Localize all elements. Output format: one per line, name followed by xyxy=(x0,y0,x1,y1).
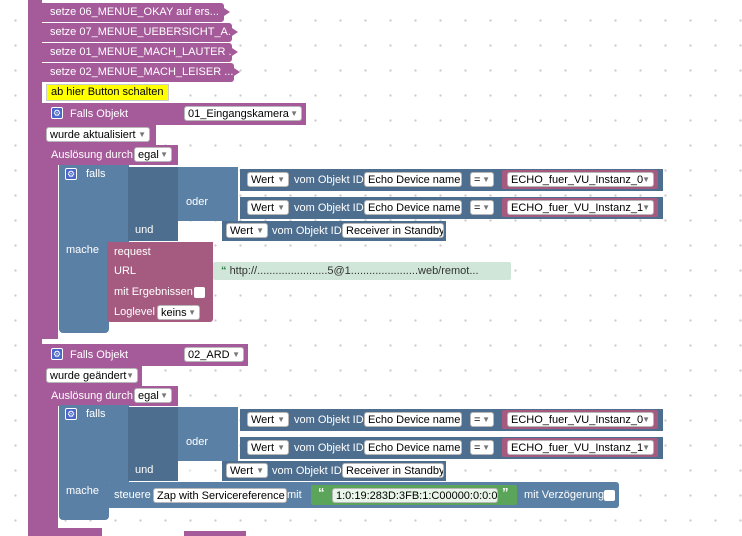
control-label: steuere xyxy=(114,489,151,501)
trigger1-object-dropdown[interactable]: 01_Eingangskamera ▼ xyxy=(184,106,302,121)
set-block-07[interactable]: setze 07_MENUE_UEBERSICHT_A... xyxy=(42,23,238,42)
delay-label: mit Verzögerung xyxy=(524,489,605,501)
control-target-field[interactable]: Zap with Servicereference xyxy=(153,488,287,503)
trigger2-body-spine xyxy=(42,406,58,528)
operator-dropdown[interactable]: = ▼ xyxy=(470,172,494,187)
if-block-2-body[interactable] xyxy=(59,405,109,520)
of-object-label: vom Objekt ID xyxy=(272,465,342,477)
prop-dropdown[interactable]: Wert ▼ xyxy=(247,440,289,455)
trigger2-label: Falls Objekt xyxy=(70,349,129,361)
object-id-field[interactable]: Echo Device name xyxy=(364,440,462,455)
loglevel-dropdown[interactable]: keins ▼ xyxy=(157,305,200,320)
set-block-01[interactable]: setze 01_MENUE_MACH_LAUTER ... xyxy=(42,43,238,62)
text-value-dropdown[interactable]: ECHO_fuer_VU_Instanz_1 ▼ xyxy=(507,200,654,215)
trigger1-trigger-label: Auslösung durch xyxy=(51,149,133,161)
if-label: falls xyxy=(86,408,106,420)
prop-dropdown[interactable]: Wert ▼ xyxy=(247,200,289,215)
operator-dropdown[interactable]: = ▼ xyxy=(470,412,494,427)
control-value-field[interactable]: 1:0:19:283D:3FB:1:C00000:0:0:0: xyxy=(332,488,498,503)
operator-dropdown[interactable]: = ▼ xyxy=(470,200,494,215)
and-label: und xyxy=(135,464,154,476)
object-id-field[interactable]: Receiver in Standby xyxy=(342,223,444,238)
text-value-dropdown[interactable]: ECHO_fuer_VU_Instanz_0 ▼ xyxy=(507,412,654,427)
comment-block[interactable]: ab hier Button schalten xyxy=(46,84,169,101)
do-label: mache xyxy=(66,244,100,256)
gear-icon[interactable]: ⚙ xyxy=(65,408,77,420)
trigger1-body-spine xyxy=(42,165,58,339)
or-label: oder xyxy=(186,436,209,448)
not-label: nicht xyxy=(186,464,210,476)
results-label: mit Ergebnissen xyxy=(114,286,193,298)
prop-dropdown[interactable]: Wert ▼ xyxy=(247,172,289,187)
trigger1-trigger-dropdown[interactable]: egal ▼ xyxy=(134,147,172,162)
next-block-partial[interactable] xyxy=(42,528,102,536)
gear-icon[interactable]: ⚙ xyxy=(51,348,63,360)
text-value-dropdown[interactable]: ECHO_fuer_VU_Instanz_0 ▼ xyxy=(507,172,654,187)
quote-close-icon: ” xyxy=(502,485,509,500)
of-object-label: vom Objekt ID xyxy=(294,174,364,186)
trigger2-object-dropdown[interactable]: 02_ARD ▼ xyxy=(184,347,244,362)
prop-dropdown[interactable]: Wert ▼ xyxy=(247,412,289,427)
quote-open-icon: “ xyxy=(318,485,325,500)
next-object-partial[interactable] xyxy=(184,531,246,536)
object-id-field[interactable]: Receiver in Standby xyxy=(342,463,444,478)
prop-dropdown[interactable]: Wert ▼ xyxy=(226,223,268,238)
operator-dropdown[interactable]: = ▼ xyxy=(470,440,494,455)
or-label: oder xyxy=(186,196,209,208)
with-label: mit xyxy=(287,489,302,501)
object-id-field[interactable]: Echo Device name xyxy=(364,412,462,427)
prop-dropdown[interactable]: Wert ▼ xyxy=(226,463,268,478)
object-id-field[interactable]: Echo Device name xyxy=(364,200,462,215)
gear-icon[interactable]: ⚙ xyxy=(65,168,77,180)
trigger2-trigger-dropdown[interactable]: egal ▼ xyxy=(134,388,172,403)
trigger1-label: Falls Objekt xyxy=(70,108,129,120)
gear-icon[interactable]: ⚙ xyxy=(51,107,63,119)
not-label: nicht xyxy=(186,224,210,236)
of-object-label: vom Objekt ID xyxy=(294,414,364,426)
results-checkbox[interactable] xyxy=(194,287,205,298)
text-value-dropdown[interactable]: ECHO_fuer_VU_Instanz_1 ▼ xyxy=(507,440,654,455)
outer-event-spine xyxy=(28,0,42,536)
set-block-06[interactable]: setze 06_MENUE_OKAY auf ers... xyxy=(42,3,230,22)
object-id-field[interactable]: Echo Device name xyxy=(364,172,462,187)
trigger1-event-dropdown[interactable]: wurde aktualisiert ▼ xyxy=(46,127,150,142)
loglevel-label: Loglevel xyxy=(114,306,155,318)
request-title: request xyxy=(114,246,151,258)
trigger2-trigger-label: Auslösung durch xyxy=(51,390,133,402)
trigger2-event-dropdown[interactable]: wurde geändert ▼ xyxy=(46,368,138,383)
of-object-label: vom Objekt ID xyxy=(294,202,364,214)
set-block-02[interactable]: setze 02_MENUE_MACH_LEISER ... xyxy=(42,63,240,82)
delay-checkbox[interactable] xyxy=(604,490,615,501)
url-label: URL xyxy=(114,265,137,277)
of-object-label: vom Objekt ID xyxy=(294,442,364,454)
do-label: mache xyxy=(66,485,100,497)
of-object-label: vom Objekt ID xyxy=(272,225,342,237)
and-label: und xyxy=(135,224,154,236)
if-label: falls xyxy=(86,168,106,180)
url-string-block[interactable]: “ http://.......................5@1.....… xyxy=(213,262,511,280)
